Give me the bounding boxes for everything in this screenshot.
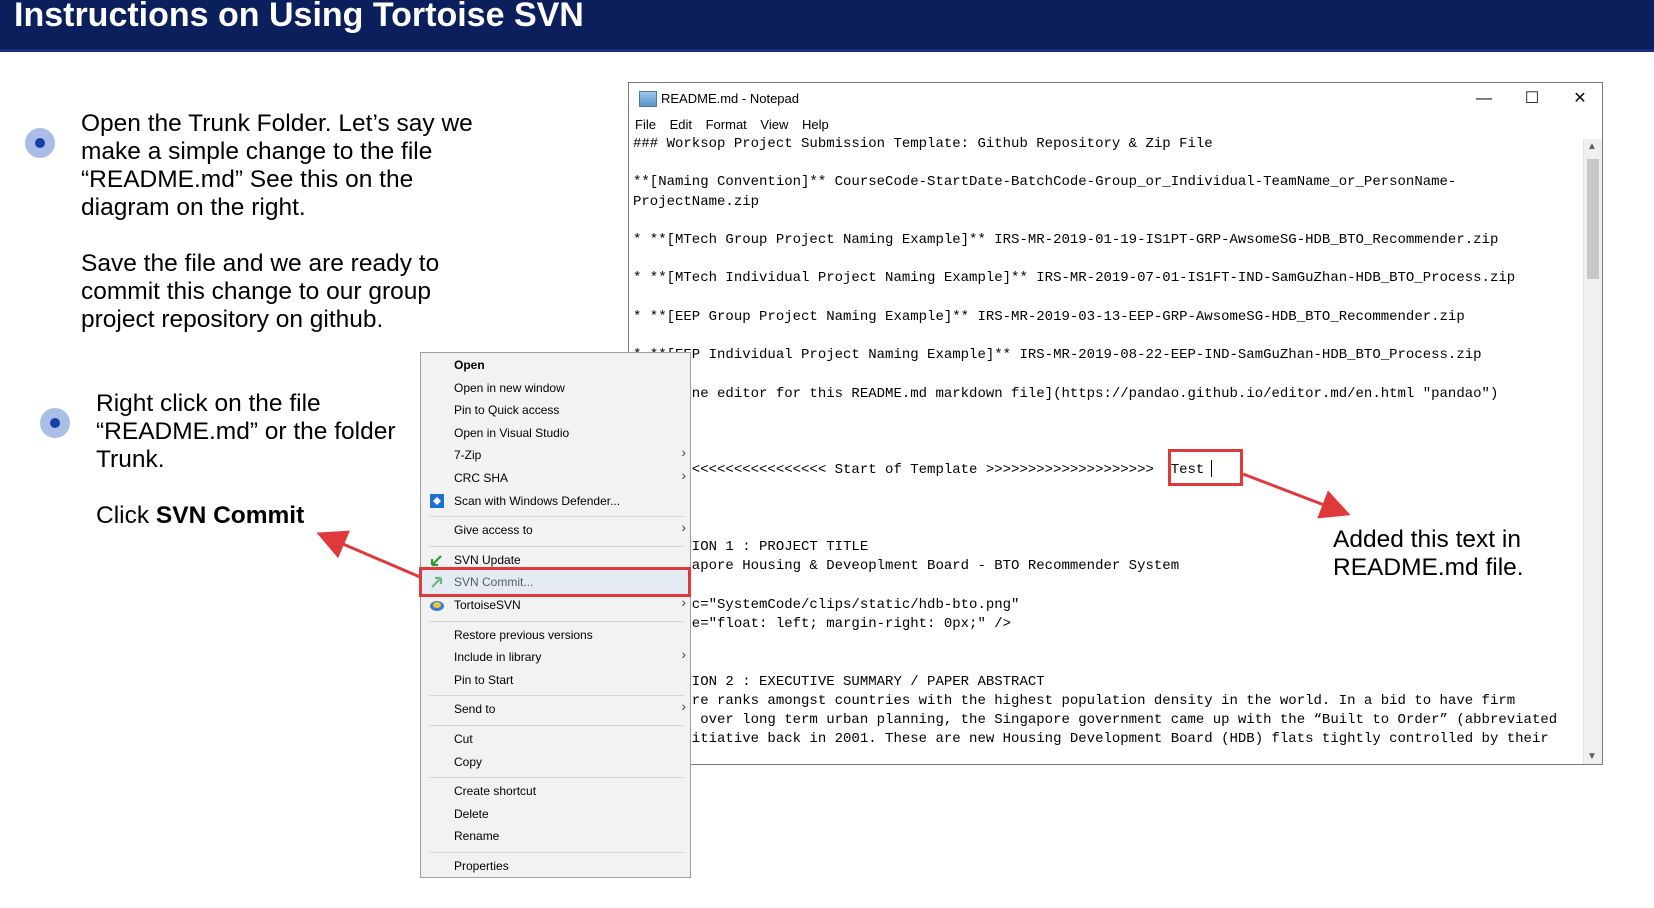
arrow-to-svn-commit	[316, 530, 421, 579]
annotation-arrows	[316, 472, 1351, 579]
arrow-to-added-text	[1242, 472, 1351, 519]
